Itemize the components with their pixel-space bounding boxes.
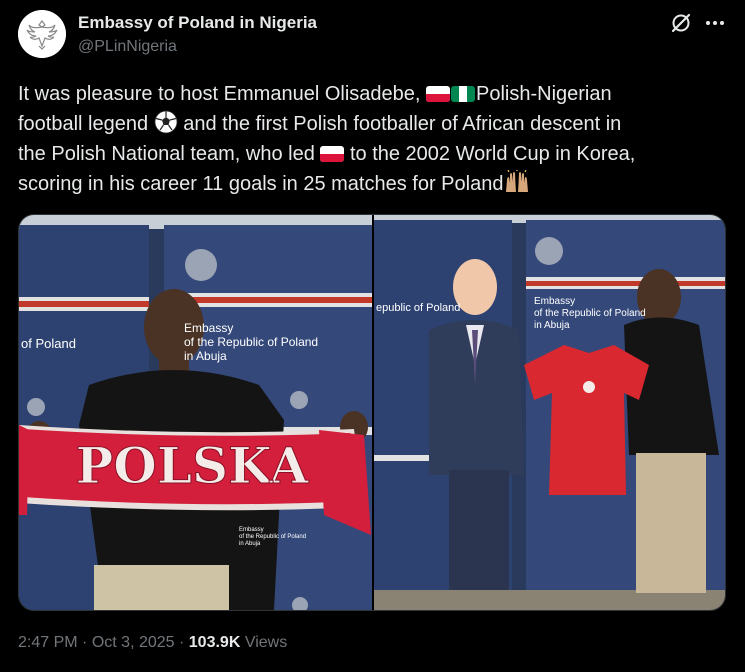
banner-line-3: in Abuja: [534, 320, 570, 331]
tweet-text-segment: and the first Polish footballer of Afric…: [177, 113, 622, 135]
raising-hands-icon: [506, 170, 529, 192]
nigeria-flag-icon: [451, 86, 475, 102]
small-banner-line-2: of the Republic of Poland: [239, 534, 306, 540]
photo-scarf-scene: POLSKA of Poland Embassy of the Republic…: [19, 215, 372, 610]
banner-line-2: of the Republic of Poland: [534, 308, 646, 319]
photo-jersey[interactable]: epublic of Poland Embassy of the Republi…: [374, 215, 725, 610]
views-count: 103.9K: [188, 634, 241, 651]
tweet-text-segment: Polish-Nigerian: [476, 83, 612, 105]
views-label: Views: [244, 634, 288, 651]
tweet-line-3: the Polish National team, who led to the…: [18, 139, 718, 169]
photo-scarf[interactable]: POLSKA of Poland Embassy of the Republic…: [19, 215, 372, 610]
grok-button[interactable]: [670, 12, 692, 34]
banner-line-1: Embassy: [184, 321, 233, 335]
poland-flag-icon: [426, 86, 450, 102]
tweet-line-1: It was pleasure to host Emmanuel Olisade…: [18, 79, 718, 109]
grok-icon: [671, 13, 691, 33]
tweet-text-segment: football legend: [18, 113, 154, 135]
tweet-text: It was pleasure to host Emmanuel Olisade…: [18, 79, 718, 199]
author-display-name[interactable]: Embassy of Poland in Nigeria: [78, 13, 317, 33]
small-banner-line-1: Embassy: [239, 527, 264, 533]
scarf-text: POLSKA: [76, 436, 310, 495]
tweet-time[interactable]: 2:47 PM: [18, 634, 78, 651]
banner-line-3: in Abuja: [184, 349, 227, 363]
poland-crest-icon: [18, 10, 66, 58]
author-handle[interactable]: @PLinNigeria: [78, 38, 177, 56]
left-banner-text: epublic of Poland: [376, 302, 460, 314]
tweet-line-2: football legend and the first Polish foo…: [18, 109, 718, 139]
more-icon: [706, 21, 724, 25]
tweet-text-segment: scoring in his career 11 goals in 25 mat…: [18, 173, 504, 195]
tweet-media[interactable]: POLSKA of Poland Embassy of the Republic…: [18, 214, 726, 611]
tweet-meta: 2:47 PM · Oct 3, 2025 · 103.9K Views: [18, 634, 287, 652]
soccer-ball-icon: [154, 110, 178, 134]
banner-line-2: of the Republic of Poland: [184, 335, 318, 349]
tweet-line-4: scoring in his career 11 goals in 25 mat…: [18, 169, 718, 199]
meta-separator: ·: [82, 634, 88, 651]
tweet-text-segment: to the 2002 World Cup in Korea,: [344, 143, 636, 165]
small-banner-line-3: in Abuja: [239, 541, 261, 547]
tweet-text-segment: the Polish National team, who led: [18, 143, 321, 165]
poland-flag-icon: [320, 146, 345, 162]
side-banner-text: of Poland: [21, 336, 76, 351]
more-options-button[interactable]: [702, 12, 728, 34]
tweet-date[interactable]: Oct 3, 2025: [92, 634, 175, 651]
tweet-text-segment: It was pleasure to host Emmanuel Olisade…: [18, 83, 426, 105]
author-avatar[interactable]: [18, 10, 66, 58]
meta-separator: ·: [179, 634, 185, 651]
tweet-header: Embassy of Poland in Nigeria @PLinNigeri…: [18, 10, 730, 58]
banner-line-1: Embassy: [534, 296, 575, 307]
photo-jersey-scene: epublic of Poland Embassy of the Republi…: [374, 215, 725, 610]
